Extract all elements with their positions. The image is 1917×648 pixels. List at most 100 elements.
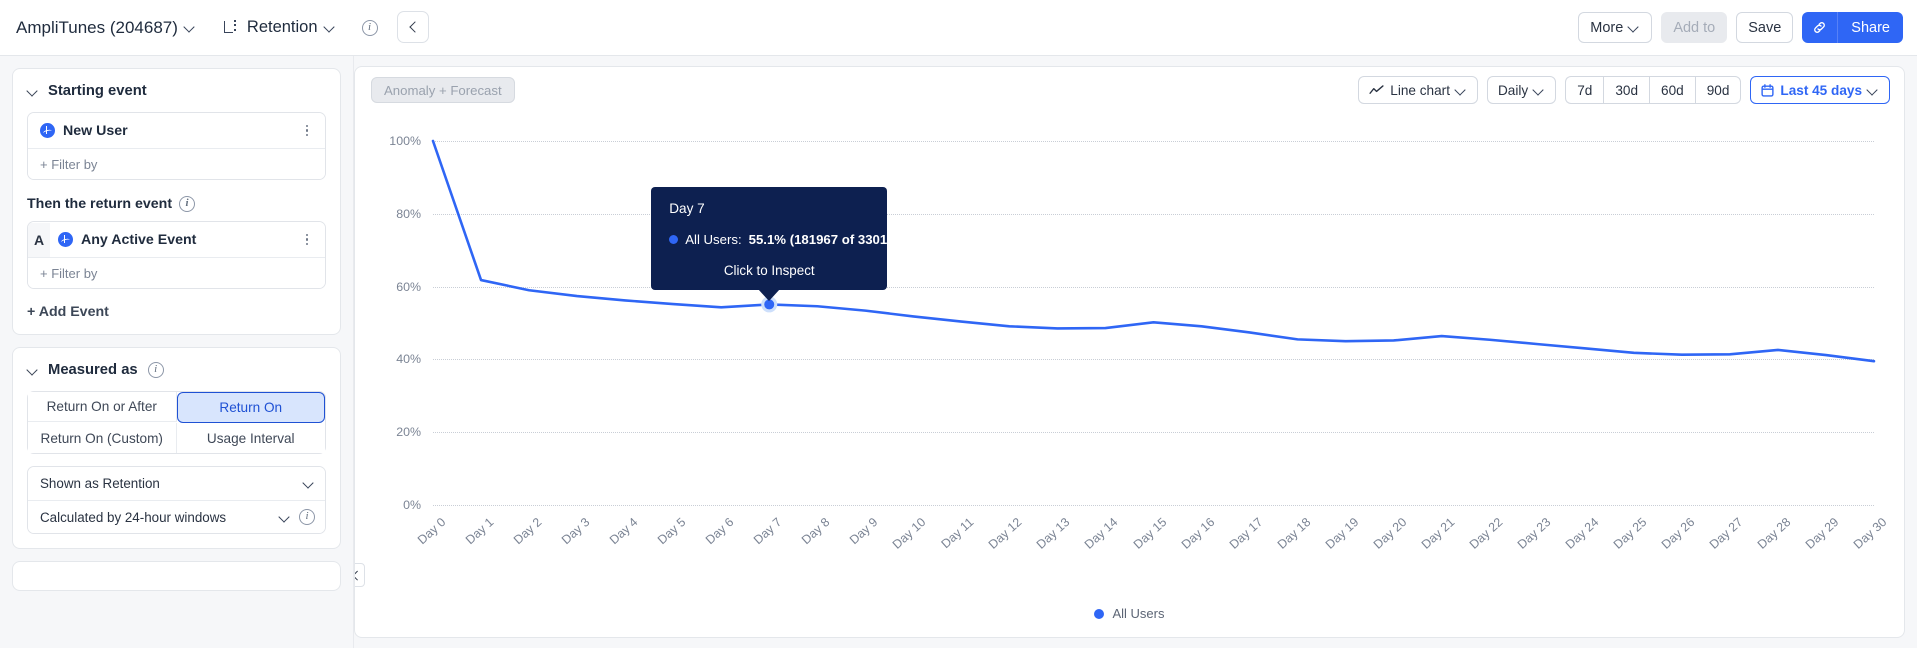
option-return-on-or-after[interactable]: Return On or After — [28, 392, 177, 422]
return-event-letter: A — [28, 222, 50, 257]
calculated-by-select[interactable]: Calculated by 24-hour windows i — [28, 500, 325, 533]
range-90d[interactable]: 90d — [1694, 76, 1742, 104]
event-icon — [58, 232, 73, 247]
chevron-left-icon — [355, 572, 359, 579]
link-icon — [1814, 22, 1826, 33]
chevron-down-icon — [280, 512, 291, 523]
share-button[interactable]: Share — [1838, 12, 1903, 43]
starting-event-title: Starting event — [48, 83, 147, 99]
chart-toolbar: Anomaly + Forecast Line chart Daily 7d 3… — [355, 67, 1904, 113]
range-label: 60d — [1661, 82, 1684, 98]
return-event-title: Then the return event — [27, 196, 173, 212]
starting-event-filter[interactable]: + Filter by — [28, 148, 325, 179]
add-to-button: Add to — [1661, 12, 1728, 43]
option-usage-interval[interactable]: Usage Interval — [176, 423, 325, 453]
chart-legend: All Users — [355, 606, 1904, 621]
chevron-down-icon — [1456, 85, 1467, 96]
info-icon[interactable]: i — [179, 196, 196, 212]
filter-label: + Filter by — [40, 265, 98, 281]
top-bar-actions: More Add to Save Share — [1578, 12, 1903, 43]
add-event-label: + Add Event — [27, 304, 109, 320]
option-label: Return On — [219, 400, 283, 415]
chevron-down-icon[interactable] — [27, 86, 38, 97]
chevron-down-icon[interactable] — [27, 365, 38, 376]
more-label: More — [1590, 19, 1624, 36]
tooltip-series-name: All Users: — [685, 232, 742, 248]
tooltip-series-row: All Users: 55.1% (181967 of 330143) — [669, 232, 906, 248]
chart-plot[interactable]: 100% 80% 60% 40% 20% 0% Day 0 Day 1 Day 2 Day 3 Da… — [355, 113, 1904, 613]
date-range-button[interactable]: Last 45 days — [1750, 76, 1890, 104]
copy-link-button[interactable] — [1802, 12, 1839, 43]
info-icon[interactable]: i — [299, 509, 315, 525]
event-icon — [40, 123, 55, 138]
measured-as-header[interactable]: Measured as i — [27, 362, 326, 378]
range-label: 30d — [1615, 82, 1639, 98]
chart-toolbar-right: Line chart Daily 7d 30d 60d 90d Last 45 … — [1358, 76, 1890, 104]
chart-type-label: Line chart — [1390, 82, 1450, 98]
series-line — [431, 139, 1876, 363]
range-7d[interactable]: 7d — [1565, 76, 1604, 104]
starting-event-name: New User — [63, 122, 128, 139]
measured-as-title: Measured as — [48, 362, 138, 378]
chart-area: Anomaly + Forecast Line chart Daily 7d 3… — [354, 56, 1917, 648]
starting-event-box: New User + Filter by — [27, 112, 326, 180]
chart-type-selector[interactable]: Retention — [222, 18, 336, 37]
option-return-on-custom[interactable]: Return On (Custom) — [28, 423, 177, 453]
measured-as-card: Measured as i Return On or After Return … — [12, 347, 341, 549]
starting-event-header[interactable]: Starting event — [27, 83, 326, 99]
save-button[interactable]: Save — [1736, 12, 1794, 43]
tooltip-series-dot-icon — [669, 235, 679, 245]
events-card: Starting event New User + Filter by Then… — [12, 68, 341, 335]
info-icon[interactable]: i — [147, 362, 164, 378]
granularity-button[interactable]: Daily — [1486, 76, 1557, 104]
tooltip-inspect-text[interactable]: Click to Inspect — [669, 263, 869, 278]
project-name: AmpliTunes (204687) — [16, 17, 178, 37]
share-label: Share — [1851, 19, 1890, 36]
anomaly-label: Anomaly + Forecast — [384, 82, 502, 98]
range-30d[interactable]: 30d — [1603, 76, 1650, 104]
event-menu-icon[interactable] — [299, 232, 315, 248]
range-label: 90d — [1706, 82, 1730, 98]
chevron-down-icon — [185, 22, 196, 33]
calendar-icon — [1761, 83, 1774, 97]
range-60d[interactable]: 60d — [1649, 76, 1695, 104]
chart-tooltip: Day 7 All Users: 55.1% (181967 of 330143) C… — [651, 187, 906, 302]
return-event-row[interactable]: A Any Active Event — [28, 222, 325, 257]
option-return-on[interactable]: Return On — [176, 392, 325, 423]
top-bar-left: AmpliTunes (204687) Retention i — [16, 18, 378, 38]
anomaly-forecast-button: Anomaly + Forecast — [371, 77, 515, 103]
legend-dot-icon — [1094, 608, 1105, 619]
return-event-name: Any Active Event — [81, 231, 197, 248]
more-button[interactable]: More — [1578, 12, 1653, 43]
granularity-label: Daily — [1497, 82, 1529, 98]
legend-label: All Users — [1112, 606, 1165, 621]
return-event-filter[interactable]: + Filter by — [28, 257, 325, 288]
shown-as-select[interactable]: Shown as Retention — [28, 467, 325, 500]
chart-panel-collapse-button[interactable] — [355, 563, 365, 587]
measurement-selects: Shown as Retention Calculated by 24-hour… — [27, 466, 326, 534]
project-selector[interactable]: AmpliTunes (204687) — [16, 18, 196, 38]
event-menu-icon[interactable] — [299, 123, 315, 139]
top-bar: AmpliTunes (204687) Retention i More Add… — [0, 0, 1917, 56]
filter-label: + Filter by — [40, 156, 98, 172]
shown-as-label: Shown as Retention — [40, 476, 160, 491]
range-group: 7d 30d 60d 90d — [1565, 76, 1742, 104]
sidebar-collapse-button[interactable] — [397, 11, 429, 43]
tooltip-series-value: 55.1% (181967 of 330143) — [748, 232, 907, 248]
chart-type-button[interactable]: Line chart — [1358, 76, 1478, 104]
chart-type-label: Retention — [246, 18, 318, 36]
sidebar: Starting event New User + Filter by Then… — [0, 56, 354, 648]
info-icon[interactable]: i — [361, 19, 378, 36]
chevron-down-icon — [304, 478, 315, 489]
chevron-down-icon — [325, 22, 336, 33]
retention-icon — [222, 19, 240, 36]
add-event-button[interactable]: + Add Event — [27, 304, 326, 320]
chevron-down-icon — [1534, 85, 1545, 96]
return-event-box: A Any Active Event + Filter by — [27, 221, 326, 289]
chevron-down-icon — [1629, 22, 1640, 33]
additional-card — [12, 561, 341, 591]
chart-svg — [431, 139, 1876, 363]
tooltip-title: Day 7 — [669, 201, 705, 217]
starting-event-row[interactable]: New User — [28, 113, 325, 148]
date-range-label: Last 45 days — [1780, 82, 1862, 98]
